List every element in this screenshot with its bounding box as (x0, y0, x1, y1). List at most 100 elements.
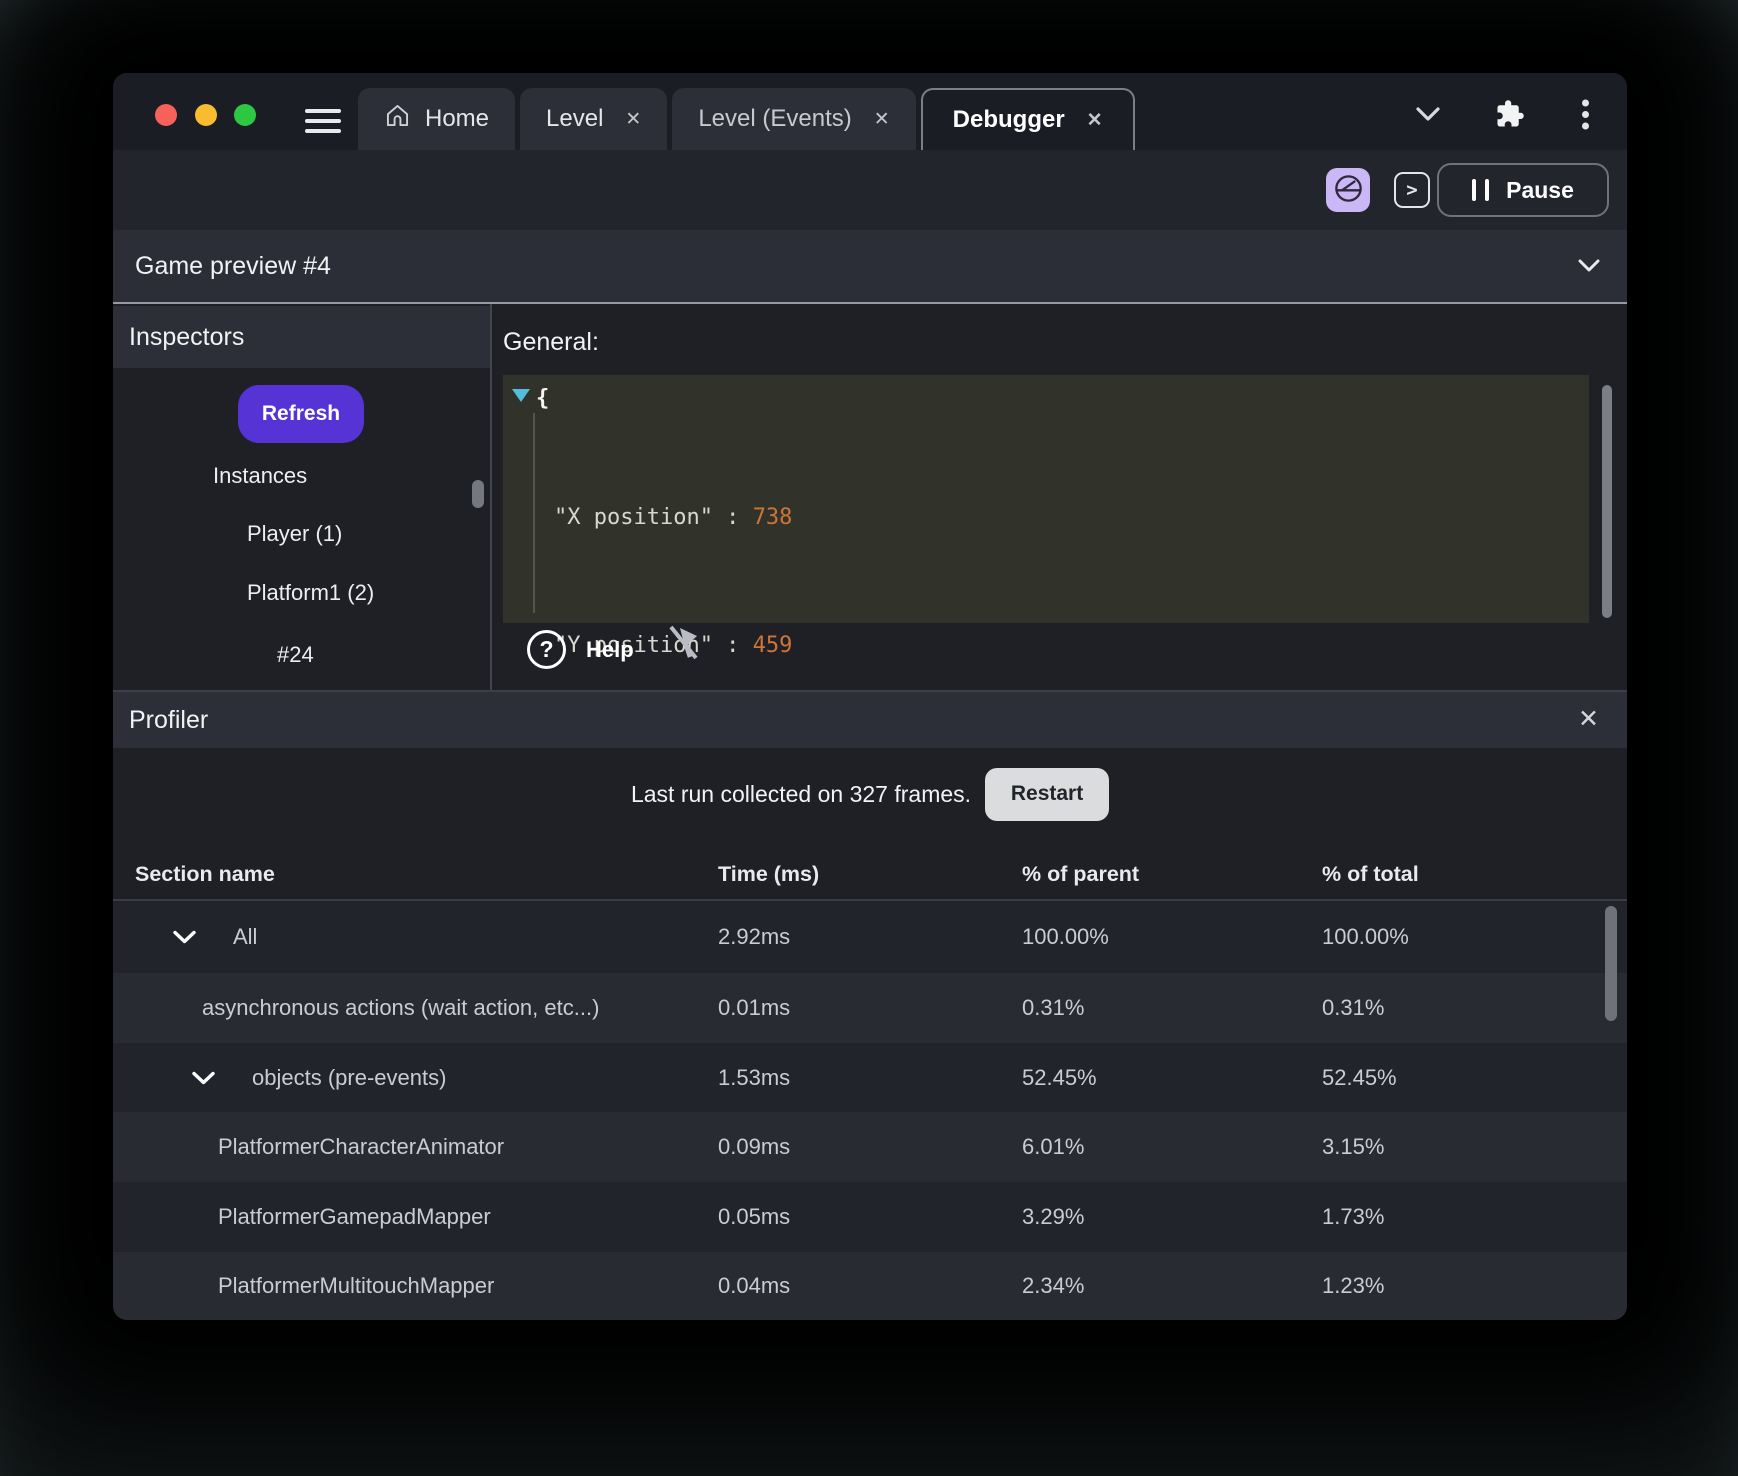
pause-icon (1472, 179, 1490, 201)
chevron-down-icon[interactable] (191, 1070, 216, 1085)
close-icon[interactable]: ✕ (874, 108, 890, 131)
indent-guide (533, 413, 535, 613)
percent-of-parent: 6.01% (1022, 1134, 1085, 1159)
section-name: PlatformerGamepadMapper (218, 1204, 491, 1229)
chevron-down-icon[interactable] (1415, 106, 1441, 127)
speedometer-icon (1333, 173, 1364, 207)
tab-home[interactable]: Home (358, 88, 516, 150)
profiler-body: Last run collected on 327 frames. Restar… (113, 748, 1627, 1320)
console-button[interactable]: > (1394, 172, 1430, 208)
inspectors-panel-header: Inspectors (113, 306, 490, 368)
percent-of-total: 1.73% (1322, 1204, 1385, 1229)
profiler-title: Profiler (129, 706, 209, 734)
column-header-percent-total: % of total (1322, 862, 1419, 886)
table-row: PlatformerGamepadMapper 0.05ms 3.29% 1.7… (113, 1182, 1627, 1252)
time-value: 2.92ms (718, 924, 791, 949)
game-preview-title: Game preview #4 (135, 252, 331, 280)
percent-of-total: 100.00% (1322, 924, 1409, 949)
refresh-button[interactable]: Refresh (238, 385, 364, 443)
pause-label: Pause (1506, 176, 1574, 203)
time-value: 1.53ms (718, 1064, 791, 1090)
profiler-table-header: Section name Time (ms) % of parent % of … (113, 850, 1627, 901)
chevron-down-icon[interactable] (172, 930, 197, 945)
restart-button[interactable]: Restart (985, 767, 1110, 821)
section-name: asynchronous actions (wait action, etc..… (202, 995, 600, 1020)
time-value: 0.05ms (718, 1204, 791, 1229)
table-row: objects (pre-events) 1.53ms 52.45% 52.45… (113, 1043, 1627, 1112)
tab-label: Debugger (952, 106, 1065, 133)
json-open-brace: { (536, 386, 550, 411)
section-name: All (233, 924, 258, 949)
tab-level-events[interactable]: Level (Events) ✕ (672, 88, 916, 150)
tab-label: Home (425, 105, 490, 132)
table-row: All 2.92ms 100.00% 100.00% (113, 901, 1627, 973)
close-icon[interactable]: ✕ (625, 108, 641, 131)
percent-of-total: 1.23% (1322, 1273, 1385, 1298)
tree-item-instance-24[interactable]: #24 (277, 642, 314, 668)
tab-bar: Home Level ✕ Level (Events) ✕ Debugger ✕ (358, 88, 1135, 150)
column-header-time: Time (ms) (718, 862, 820, 886)
percent-of-parent: 0.31% (1022, 995, 1085, 1020)
tree-item-player[interactable]: Player (1) (247, 521, 342, 547)
tree-item-platform1[interactable]: Platform1 (2) (247, 580, 374, 606)
inspectors-panel: Inspectors Refresh Instances Player (1) … (113, 304, 490, 690)
tab-label: Level (Events) (698, 105, 852, 132)
inspectors-title: Inspectors (129, 323, 245, 351)
column-header-section-name: Section name (135, 862, 275, 886)
percent-of-total: 3.15% (1322, 1134, 1385, 1159)
inspectors-scrollbar[interactable] (472, 480, 484, 508)
zoom-window-button[interactable] (234, 104, 256, 126)
instance-properties-json: { "X position" : 738 "Y position" : 459 … (503, 375, 1589, 1040)
help-label: Help (586, 636, 634, 662)
tab-label: Level (546, 105, 604, 132)
percent-of-total: 0.31% (1322, 995, 1385, 1020)
table-row: asynchronous actions (wait action, etc..… (113, 973, 1627, 1043)
debugger-content: Inspectors Refresh Instances Player (1) … (113, 304, 1627, 1040)
titlebar: Home Level ✕ Level (Events) ✕ Debugger ✕ (113, 73, 1627, 150)
tab-debugger[interactable]: Debugger ✕ (920, 88, 1135, 150)
pause-button[interactable]: Pause (1437, 163, 1609, 217)
percent-of-parent: 3.29% (1022, 1204, 1085, 1229)
json-line: "X position" : 738 (554, 505, 793, 530)
minimize-window-button[interactable] (195, 104, 217, 126)
time-value: 0.04ms (718, 1273, 791, 1298)
overflow-menu-icon[interactable] (1581, 99, 1590, 135)
percent-of-parent: 2.34% (1022, 1273, 1085, 1298)
percent-of-parent: 100.00% (1022, 924, 1109, 949)
section-name: PlatformerMultitouchMapper (218, 1273, 495, 1298)
close-window-button[interactable] (155, 104, 177, 126)
column-header-percent-parent: % of parent (1022, 862, 1140, 886)
collapse-triangle-icon[interactable] (511, 384, 531, 409)
section-name: objects (pre-events) (252, 1064, 447, 1090)
main-menu-button[interactable] (305, 109, 341, 139)
general-panel: General: { "X position" : 738 "Y positio… (492, 304, 1627, 1040)
help-button[interactable]: ? Help (527, 630, 634, 669)
json-scrollbar[interactable] (1602, 385, 1612, 618)
tab-level[interactable]: Level ✕ (520, 88, 668, 150)
pin-off-icon (664, 625, 704, 669)
console-prompt-icon: > (1406, 179, 1418, 201)
table-row: PlatformerMultitouchMapper 0.04ms 2.34% … (113, 1252, 1627, 1320)
extensions-puzzle-icon[interactable] (1495, 99, 1525, 134)
profiler-table-scrollbar[interactable] (1605, 906, 1617, 1021)
general-title: General: (503, 328, 599, 356)
game-preview-header: Game preview #4 (113, 230, 1627, 304)
profiler-status-text: Last run collected on 327 frames. (630, 780, 972, 807)
app-window: Home Level ✕ Level (Events) ✕ Debugger ✕ (113, 73, 1627, 1320)
profiler-speedometer-button[interactable] (1326, 168, 1370, 212)
percent-of-total: 52.45% (1322, 1064, 1397, 1090)
section-name: PlatformerCharacterAnimator (218, 1134, 505, 1159)
tree-item-instances[interactable]: Instances (213, 463, 307, 489)
chevron-down-icon[interactable] (1577, 258, 1601, 279)
table-row: PlatformerCharacterAnimator 0.09ms 6.01%… (113, 1112, 1627, 1182)
question-circle-icon: ? (527, 630, 566, 669)
unpin-button[interactable] (664, 622, 704, 669)
time-value: 0.01ms (718, 995, 791, 1020)
debugger-toolbar: > Pause (113, 150, 1627, 230)
close-icon[interactable]: ✕ (1087, 109, 1103, 132)
close-icon[interactable]: ✕ (1578, 704, 1599, 734)
profiler-status-row: Last run collected on 327 frames. Restar… (113, 767, 1627, 821)
home-icon (384, 102, 411, 136)
percent-of-parent: 52.45% (1022, 1064, 1097, 1090)
profiler-header: Profiler ✕ (113, 690, 1627, 748)
